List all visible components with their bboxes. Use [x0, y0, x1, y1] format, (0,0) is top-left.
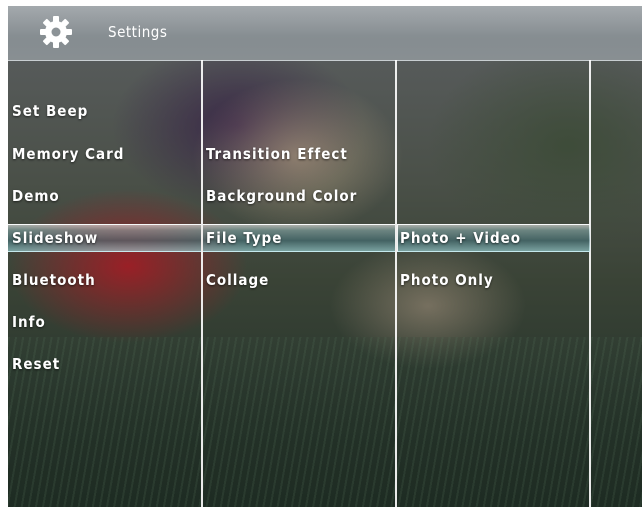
- menu-item-info[interactable]: Info: [12, 312, 46, 332]
- menu-item-background-color[interactable]: Background Color: [206, 186, 357, 206]
- header-bar: Settings: [8, 6, 642, 61]
- photo-frame-screen: Settings Set Beep Memory Card Demo Slide…: [8, 6, 642, 507]
- menu-item-photo-only[interactable]: Photo Only: [400, 270, 494, 290]
- menu-item-memory-card[interactable]: Memory Card: [12, 144, 124, 164]
- menu-item-photo-video[interactable]: Photo + Video: [400, 228, 521, 248]
- menu-item-file-type[interactable]: File Type: [206, 228, 282, 248]
- menu-item-reset[interactable]: Reset: [12, 354, 60, 374]
- menu-item-slideshow[interactable]: Slideshow: [12, 228, 98, 248]
- gear-icon: [40, 16, 72, 48]
- column-divider: [395, 60, 397, 507]
- page-title: Settings: [108, 23, 168, 41]
- menu-item-transition-effect[interactable]: Transition Effect: [206, 144, 348, 164]
- column-divider: [201, 60, 203, 507]
- menu-item-demo[interactable]: Demo: [12, 186, 60, 206]
- menu-item-collage[interactable]: Collage: [206, 270, 269, 290]
- menu-item-set-beep[interactable]: Set Beep: [12, 101, 88, 121]
- menu-item-bluetooth[interactable]: Bluetooth: [12, 270, 96, 290]
- background-photo-grass: [8, 337, 642, 507]
- column-divider: [589, 60, 591, 507]
